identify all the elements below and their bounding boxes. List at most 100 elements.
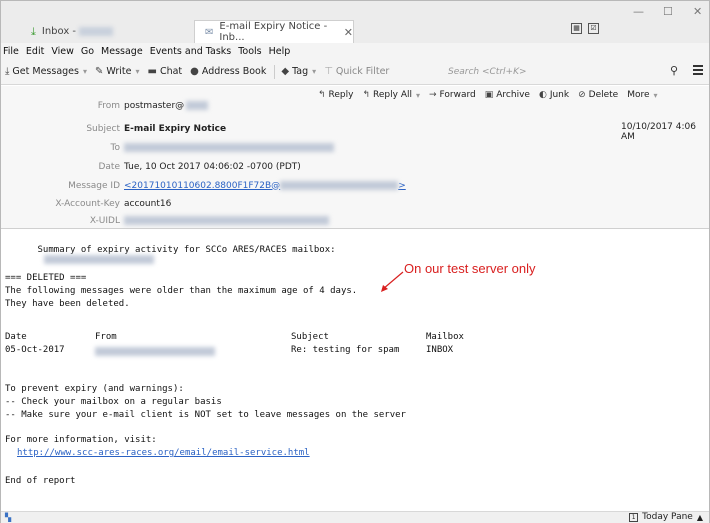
summary-line: Summary of expiry activity for SCCo ARES…: [5, 235, 336, 275]
calendar-tab-icon[interactable]: ▦: [571, 23, 582, 34]
annotation-text: On our test server only: [404, 261, 536, 276]
message-actions: ↰ Reply ↰ Reply All ▾ → Forward ▣ Archiv…: [318, 87, 667, 103]
close-tab-icon[interactable]: ✕: [344, 26, 353, 39]
from-label: From: [97, 100, 120, 111]
archive-button[interactable]: ▣ Archive: [485, 90, 530, 100]
redacted-from: [186, 101, 209, 110]
inbox-download-icon: ⤓: [31, 24, 36, 38]
chat-button[interactable]: ▬ Chat: [147, 66, 182, 77]
message-id-end[interactable]: >: [398, 181, 406, 191]
to-label: To: [110, 142, 120, 153]
message-header: ↰ Reply ↰ Reply All ▾ → Forward ▣ Archiv…: [1, 86, 709, 229]
write-button[interactable]: ✎ Write ▾: [95, 66, 140, 77]
chevron-down-icon[interactable]: ▾: [83, 67, 87, 76]
get-messages-icon: ⤓: [5, 66, 10, 77]
chevron-down-icon[interactable]: ▾: [312, 67, 316, 76]
reply-all-button[interactable]: ↰ Reply All ▾: [362, 90, 420, 100]
menu-bar: File Edit View Go Message Events and Tas…: [1, 43, 709, 59]
minimize-icon[interactable]: —: [633, 5, 644, 18]
account-key-value: account16: [124, 198, 172, 209]
date-label: Date: [98, 161, 120, 172]
menu-edit[interactable]: Edit: [26, 46, 44, 57]
info-url-link[interactable]: http://www.scc-ares-races.org/email/emai…: [17, 448, 310, 458]
hamburger-menu-icon[interactable]: [693, 65, 703, 77]
menu-events-tasks[interactable]: Events and Tasks: [150, 46, 232, 57]
forward-icon: →: [429, 90, 437, 100]
close-window-icon[interactable]: ✕: [693, 5, 702, 18]
reply-button[interactable]: ↰ Reply: [318, 90, 353, 100]
col-subject: Subject: [291, 332, 329, 342]
row-mailbox: INBOX: [426, 345, 454, 355]
search-icon[interactable]: ⚲: [670, 64, 678, 77]
tag-icon: ◆: [281, 66, 290, 77]
junk-button[interactable]: ◐ Junk: [539, 90, 569, 100]
address-book-button[interactable]: ● Address Book: [190, 66, 266, 77]
archive-icon: ▣: [484, 90, 494, 100]
summary-text: Summary of expiry activity for SCCo ARES…: [37, 245, 336, 255]
chevron-down-icon[interactable]: ▾: [416, 91, 420, 100]
search-input[interactable]: Search <Ctrl+K> ⚲: [448, 63, 688, 81]
redacted-from-address: [95, 347, 215, 356]
junk-icon: ◐: [538, 90, 547, 100]
tag-button[interactable]: ◆ Tag ▾: [281, 66, 316, 77]
row-subject: Re: testing for spam: [291, 345, 400, 355]
get-messages-button[interactable]: ⤓ Get Messages ▾: [5, 66, 87, 77]
message-id-link[interactable]: <20171010110602.8800F1F72B@: [124, 181, 280, 191]
message-body: Summary of expiry activity for SCCo ARES…: [1, 230, 709, 511]
today-pane-toggle[interactable]: 1 Today Pane ▲: [629, 512, 703, 522]
row-date: 05-Oct-2017: [5, 345, 65, 355]
menu-tools[interactable]: Tools: [238, 46, 261, 57]
forward-button[interactable]: → Forward: [429, 90, 476, 100]
subject-value: E-mail Expiry Notice: [124, 123, 227, 134]
quick-filter-label: Quick Filter: [335, 66, 390, 77]
chevron-down-icon: ▾: [653, 90, 658, 100]
from-value[interactable]: postmaster@: [124, 101, 184, 111]
more-label: More: [627, 90, 650, 100]
archive-label: Archive: [496, 90, 530, 100]
main-toolbar: ⤓ Get Messages ▾ ✎ Write ▾ ▬ Chat ● Addr…: [1, 59, 709, 85]
menu-go[interactable]: Go: [81, 46, 94, 57]
col-from: From: [95, 332, 117, 342]
chevron-down-icon[interactable]: ▾: [135, 67, 139, 76]
reply-all-icon: ↰: [362, 90, 371, 100]
col-mailbox: Mailbox: [426, 332, 464, 342]
tab-inbox[interactable]: ⤓ Inbox -: [31, 20, 191, 43]
message-id-label: Message ID: [68, 180, 120, 191]
tip-2: -- Make sure your e-mail client is NOT s…: [5, 410, 406, 420]
calendar-icon: 1: [629, 512, 639, 522]
more-button[interactable]: More ▾: [627, 90, 657, 100]
status-bar: ▚ 1 Today Pane ▲: [1, 511, 709, 523]
chevron-up-icon: ▲: [696, 512, 703, 522]
menu-help[interactable]: Help: [269, 46, 291, 57]
delete-button[interactable]: ⊘ Delete: [578, 90, 618, 100]
received-date: 10/10/2017 4:06 AM: [621, 122, 696, 142]
tab-message[interactable]: ✉ E-mail Expiry Notice - Inb... ✕: [194, 20, 354, 43]
title-bar: ⤓ Inbox - ✉ E-mail Expiry Notice - Inb..…: [1, 1, 709, 43]
to-row: To: [1, 140, 334, 155]
get-messages-label: Get Messages: [12, 66, 79, 77]
delete-label: Delete: [588, 90, 619, 100]
end-line: End of report: [5, 476, 76, 486]
redacted-account: [79, 27, 114, 36]
prevent-line: To prevent expiry (and warnings):: [5, 384, 184, 394]
uidl-row: X-UIDL: [1, 213, 329, 228]
quick-filter-button[interactable]: ⊤ Quick Filter: [324, 66, 389, 77]
maximize-icon[interactable]: ☐: [663, 5, 673, 18]
account-key-row: X-Account-Key account16: [1, 196, 171, 211]
junk-label: Junk: [549, 90, 570, 100]
subject-row: Subject E-mail Expiry Notice: [1, 121, 226, 136]
col-date: Date: [5, 332, 27, 342]
deleted-header: === DELETED ===: [5, 273, 87, 283]
menu-view[interactable]: View: [51, 46, 74, 57]
menu-file[interactable]: File: [3, 46, 19, 57]
date-row: Date Tue, 10 Oct 2017 04:06:02 -0700 (PD…: [1, 159, 300, 174]
reply-label: Reply: [328, 90, 354, 100]
mail-window: ⤓ Inbox - ✉ E-mail Expiry Notice - Inb..…: [0, 0, 710, 523]
menu-message[interactable]: Message: [101, 46, 143, 57]
tasks-tab-icon[interactable]: ☑: [588, 23, 599, 34]
person-icon: ●: [190, 66, 199, 77]
redacted-mailbox: [43, 255, 154, 264]
today-pane-label: Today Pane: [642, 512, 693, 522]
body-line-1: The following messages were older than t…: [5, 286, 358, 296]
delete-icon: ⊘: [578, 90, 586, 100]
